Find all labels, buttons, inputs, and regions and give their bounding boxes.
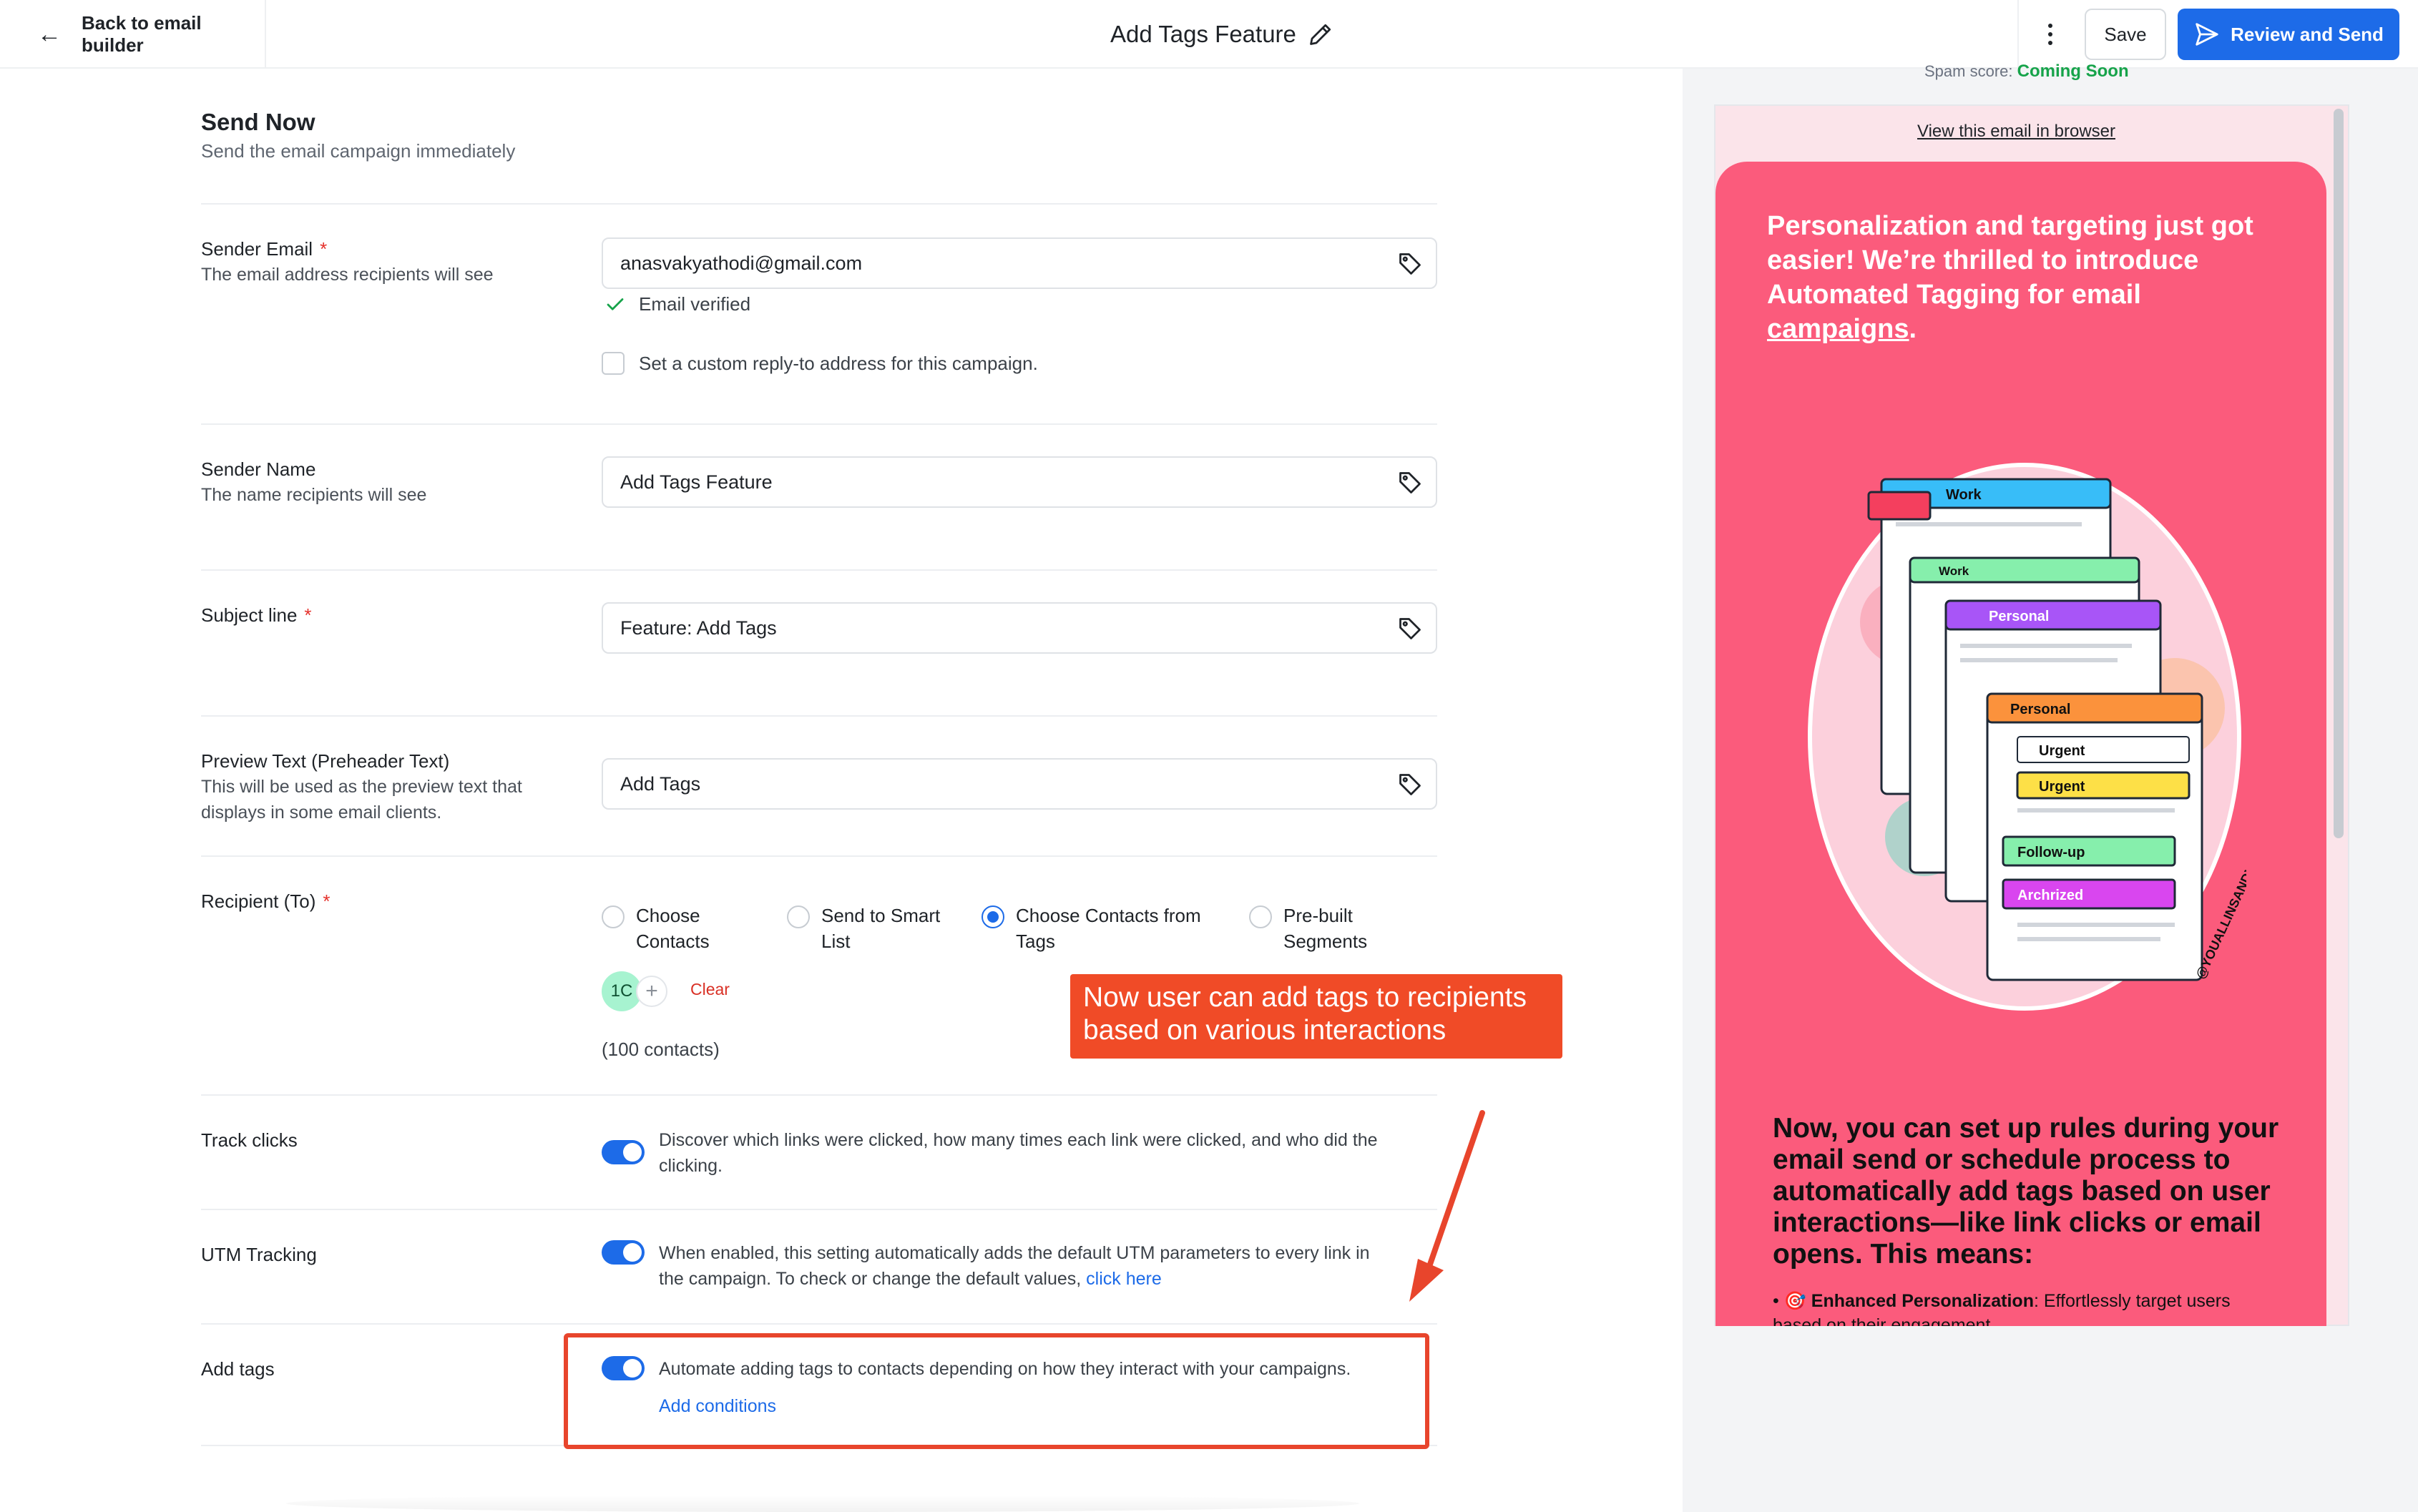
track-clicks-toggle[interactable] <box>602 1140 645 1164</box>
subject-line-value: Feature: Add Tags <box>620 617 777 639</box>
svg-text:Personal: Personal <box>2010 702 2070 717</box>
radio-button-selected[interactable] <box>982 905 1004 928</box>
divider <box>201 1323 1437 1325</box>
divider <box>201 423 1437 425</box>
sender-name-help: The name recipients will see <box>201 485 427 505</box>
sender-email-input[interactable]: anasvakyathodi@gmail.com <box>602 237 1437 289</box>
svg-text:Follow-up: Follow-up <box>2017 845 2085 860</box>
section-title: Send Now <box>201 109 315 135</box>
utm-settings-link[interactable]: click here <box>1086 1269 1162 1289</box>
arrow-left-icon: ← <box>37 21 62 48</box>
radio-prebuilt-segments[interactable]: Pre-built Segments <box>1249 903 1367 954</box>
preview-text-help-1: This will be used as the preview text th… <box>201 777 522 797</box>
divider <box>201 569 1437 571</box>
add-tag-button[interactable]: + <box>636 976 667 1007</box>
required-marker: * <box>323 890 331 912</box>
sender-email-label: Sender Email * <box>201 238 328 260</box>
track-clicks-description: Discover which links were clicked, how m… <box>659 1130 1378 1176</box>
add-tags-label: Add tags <box>201 1358 275 1380</box>
section-subtitle: Send the email campaign immediately <box>201 140 516 162</box>
email-verified-status: Email verified <box>604 293 750 315</box>
utm-tracking-toggle[interactable] <box>602 1240 645 1265</box>
divider <box>201 1094 1437 1096</box>
sender-name-label: Sender Name <box>201 458 316 480</box>
sender-name-input[interactable]: Add Tags Feature <box>602 456 1437 508</box>
sender-name-value: Add Tags Feature <box>620 471 773 493</box>
preview-footer-area <box>1714 1326 2349 1512</box>
campaign-title: Add Tags Feature <box>1110 0 1333 69</box>
review-and-send-label: Review and Send <box>2231 23 2384 45</box>
subject-line-input[interactable]: Feature: Add Tags <box>602 602 1437 654</box>
radio-button[interactable] <box>1249 905 1272 928</box>
annotation-callout: Now user can add tags to recipients based… <box>1070 974 1562 1059</box>
divider <box>201 1209 1437 1210</box>
preview-text-label: Preview Text (Preheader Text) <box>201 750 450 772</box>
spam-score: Spam score: Coming Soon <box>1924 62 2129 81</box>
svg-text:Urgent: Urgent <box>2039 743 2085 759</box>
tag-icon[interactable] <box>1397 616 1423 642</box>
pencil-icon[interactable] <box>1308 21 1333 47</box>
recipient-label: Recipient (To) * <box>201 890 331 912</box>
subject-line-label: Subject line * <box>201 604 312 626</box>
save-button[interactable]: Save <box>2085 9 2166 60</box>
tagging-illustration: Work Work Personal Personal Urgent Urgen… <box>1808 463 2246 1011</box>
back-label: Back to email builder <box>82 12 202 56</box>
preview-scrollbar[interactable] <box>2334 109 2344 838</box>
campaign-title-text: Add Tags Feature <box>1110 21 1296 47</box>
divider <box>201 715 1437 717</box>
shadow <box>286 1495 1359 1512</box>
divider <box>2017 0 2019 69</box>
tag-icon[interactable] <box>1397 772 1423 797</box>
required-marker: * <box>320 238 328 260</box>
tag-icon[interactable] <box>1397 251 1423 277</box>
back-to-builder-button[interactable]: ← Back to email builder <box>0 0 266 69</box>
sender-email-help: The email address recipients will see <box>201 265 494 285</box>
more-options-icon[interactable] <box>2036 20 2065 49</box>
email-headline: Personalization and targeting just got e… <box>1767 211 2253 344</box>
reply-to-label: Set a custom reply-to address for this c… <box>639 352 1038 374</box>
utm-description: When enabled, this setting automatically… <box>659 1243 1370 1289</box>
preview-text-value: Add Tags <box>620 772 701 795</box>
svg-text:Work: Work <box>1946 487 1982 503</box>
preview-text-help-2: displays in some email clients. <box>201 802 442 823</box>
required-marker: * <box>304 604 312 626</box>
svg-text:Urgent: Urgent <box>2039 779 2085 795</box>
tag-icon[interactable] <box>1397 470 1423 496</box>
svg-text:Work: Work <box>1939 564 1969 578</box>
radio-choose-contacts[interactable]: Choose Contacts <box>602 903 710 954</box>
svg-text:Personal: Personal <box>1989 609 2049 624</box>
reply-to-option[interactable]: Set a custom reply-to address for this c… <box>602 352 1038 375</box>
send-icon <box>2196 23 2218 46</box>
track-clicks-label: Track clicks <box>201 1129 298 1151</box>
top-bar: ← Back to email builder Add Tags Feature… <box>0 0 2418 69</box>
view-in-browser-link[interactable]: View this email in browser <box>1917 122 2115 142</box>
utm-tracking-label: UTM Tracking <box>201 1244 317 1265</box>
highlight-box <box>564 1333 1429 1449</box>
clear-button[interactable]: Clear <box>690 980 730 999</box>
divider <box>201 203 1437 205</box>
preview-text-input[interactable]: Add Tags <box>602 758 1437 810</box>
reply-to-checkbox[interactable] <box>602 352 625 375</box>
annotation-arrow-icon <box>1409 1110 1485 1302</box>
review-and-send-button[interactable]: Review and Send <box>2178 9 2399 60</box>
radio-contacts-from-tags[interactable]: Choose Contacts from Tags <box>982 903 1201 954</box>
radio-button[interactable] <box>602 905 625 928</box>
campaigns-link[interactable]: campaigns <box>1767 314 1909 344</box>
divider <box>201 855 1437 857</box>
radio-smart-list[interactable]: Send to Smart List <box>787 903 940 954</box>
checkmark-icon <box>607 298 624 310</box>
sender-email-value: anasvakyathodi@gmail.com <box>620 252 863 274</box>
radio-button[interactable] <box>787 905 810 928</box>
email-body-text: Now, you can set up rules during your em… <box>1773 1113 2279 1270</box>
svg-text:Archrized: Archrized <box>2017 888 2083 903</box>
contact-count: (100 contacts) <box>602 1039 720 1060</box>
